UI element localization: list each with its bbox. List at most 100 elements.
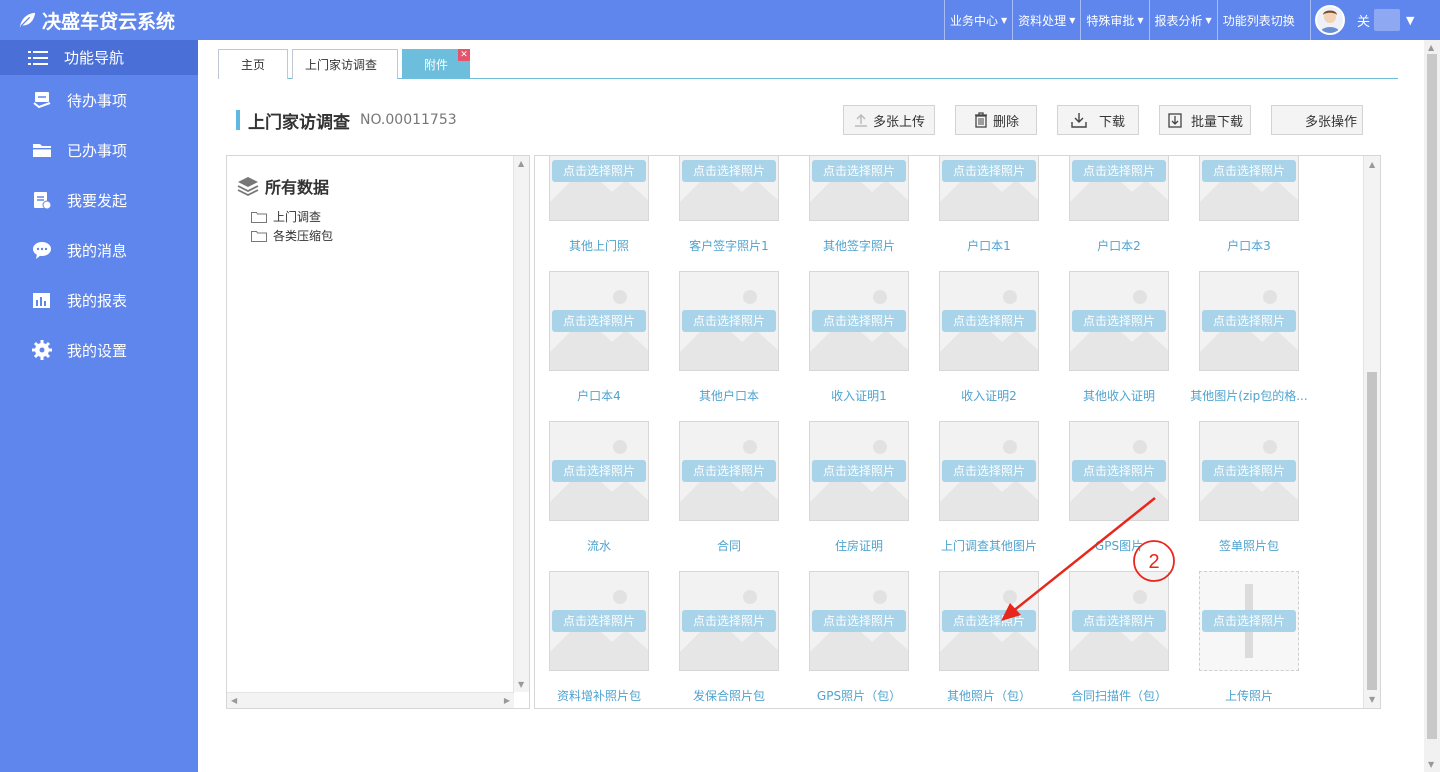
photo-caption[interactable]: 合同扫描件（包） bbox=[1054, 687, 1184, 704]
multi-operation-button[interactable]: 多张操作 bbox=[1271, 105, 1363, 135]
caret-down-icon[interactable]: ▼ bbox=[1406, 14, 1414, 27]
scrollbar-thumb[interactable] bbox=[1427, 54, 1437, 739]
photo-card[interactable]: 点击选择照片 bbox=[939, 571, 1039, 671]
photo-caption[interactable]: 收入证明1 bbox=[794, 387, 924, 404]
sidebar-item-messages[interactable]: 我的消息 bbox=[0, 225, 198, 275]
upload-multiple-button[interactable]: 多张上传 bbox=[843, 105, 935, 135]
photo-caption[interactable]: 发保合照片包 bbox=[664, 687, 794, 704]
sidebar-item-done[interactable]: 已办事项 bbox=[0, 125, 198, 175]
tree-node-archives[interactable]: 各类压缩包 bbox=[251, 227, 333, 244]
scroll-up-icon[interactable]: ▲ bbox=[518, 159, 524, 168]
tab-home-visit-survey[interactable]: 上门家访调查 bbox=[292, 49, 398, 79]
photo-caption[interactable]: 其他照片（包） bbox=[924, 687, 1054, 704]
photo-caption[interactable]: 其他户口本 bbox=[664, 387, 794, 404]
sidebar-item-launch[interactable]: 我要发起 bbox=[0, 175, 198, 225]
sidebar-item-reports[interactable]: 我的报表 bbox=[0, 275, 198, 325]
tree-horizontal-scrollbar[interactable]: ◀ ▶ bbox=[227, 692, 514, 708]
select-photo-label: 点击选择照片 bbox=[812, 310, 906, 332]
photo-caption[interactable]: 住房证明 bbox=[794, 537, 924, 554]
photo-card[interactable]: 点击选择照片 bbox=[809, 271, 909, 371]
photo-card[interactable]: 点击选择照片 bbox=[1199, 271, 1299, 371]
photo-caption[interactable]: 收入证明2 bbox=[924, 387, 1054, 404]
photo-card[interactable]: 点击选择照片 bbox=[679, 421, 779, 521]
menu-list-icon bbox=[28, 50, 48, 65]
photo-caption[interactable]: 户口本4 bbox=[535, 387, 664, 404]
scroll-up-icon[interactable]: ▲ bbox=[1428, 43, 1434, 52]
photo-card[interactable]: 点击选择照片 bbox=[549, 271, 649, 371]
photo-caption[interactable]: 上传照片 bbox=[1184, 687, 1314, 704]
sidebar-header[interactable]: 功能导航 bbox=[0, 40, 198, 75]
tab-attachments[interactable]: 附件 ✕ bbox=[402, 49, 470, 79]
photo-caption[interactable]: 其他图片(zip包的格... bbox=[1184, 387, 1314, 404]
photo-caption[interactable]: 其他签字照片 bbox=[794, 237, 924, 254]
select-photo-label: 点击选择照片 bbox=[1072, 460, 1166, 482]
photo-card[interactable]: 点击选择照片 bbox=[1199, 156, 1299, 221]
tree-node-label: 上门调查 bbox=[273, 210, 322, 224]
photo-card[interactable]: 点击选择照片 bbox=[679, 271, 779, 371]
tree-root[interactable]: 所有数据 bbox=[237, 174, 329, 198]
photo-caption[interactable]: 其他收入证明 bbox=[1054, 387, 1184, 404]
page-scrollbar[interactable]: ▲ ▼ bbox=[1424, 40, 1440, 772]
scroll-down-icon[interactable]: ▼ bbox=[1428, 760, 1434, 769]
tree-vertical-scrollbar[interactable]: ▲ ▼ bbox=[513, 156, 529, 692]
photo-card[interactable]: 点击选择照片 bbox=[939, 271, 1039, 371]
photo-card[interactable]: 点击选择照片 bbox=[1069, 156, 1169, 221]
topnav-data-processing[interactable]: 资料处理 ▼ bbox=[1012, 0, 1080, 40]
select-photo-label: 点击选择照片 bbox=[812, 610, 906, 632]
scroll-right-icon[interactable]: ▶ bbox=[504, 696, 510, 705]
scroll-down-icon[interactable]: ▼ bbox=[1369, 695, 1375, 704]
tab-label: 附件 bbox=[423, 58, 448, 72]
photo-card[interactable]: 点击选择照片 bbox=[549, 156, 649, 221]
photo-card[interactable]: 点击选择照片 bbox=[549, 571, 649, 671]
scroll-up-icon[interactable]: ▲ bbox=[1369, 160, 1375, 169]
close-icon[interactable]: ✕ bbox=[458, 49, 470, 61]
photo-caption[interactable]: 资料增补照片包 bbox=[535, 687, 664, 704]
photo-card[interactable]: 点击选择照片 bbox=[1199, 421, 1299, 521]
user-menu[interactable]: 关 ▼ bbox=[1310, 0, 1414, 40]
tree-node-home-survey[interactable]: 上门调查 bbox=[251, 208, 321, 225]
photo-caption[interactable]: 合同 bbox=[664, 537, 794, 554]
topnav-business-center[interactable]: 业务中心 ▼ bbox=[944, 0, 1012, 40]
photo-caption[interactable]: 户口本1 bbox=[924, 237, 1054, 254]
photo-caption[interactable]: 签单照片包 bbox=[1184, 537, 1314, 554]
photo-card[interactable]: 点击选择照片 bbox=[809, 421, 909, 521]
scroll-left-icon[interactable]: ◀ bbox=[231, 696, 237, 705]
photo-caption[interactable]: 户口本2 bbox=[1054, 237, 1184, 254]
sidebar-item-settings[interactable]: 我的设置 bbox=[0, 325, 198, 375]
photo-caption[interactable]: 上门调查其他图片 bbox=[924, 537, 1054, 554]
photo-card[interactable]: 点击选择照片 bbox=[939, 421, 1039, 521]
caret-down-icon: ▼ bbox=[1001, 15, 1008, 25]
todo-icon bbox=[33, 92, 51, 109]
photo-card[interactable]: 点击选择照片 bbox=[549, 421, 649, 521]
avatar bbox=[1315, 5, 1345, 35]
photo-card[interactable]: 点击选择照片 bbox=[809, 571, 909, 671]
scrollbar-thumb[interactable] bbox=[1367, 372, 1377, 690]
photo-caption[interactable]: GPS照片（包） bbox=[794, 687, 924, 704]
topnav-report-analysis[interactable]: 报表分析 ▼ bbox=[1148, 0, 1217, 40]
photo-card[interactable]: 点击选择照片 bbox=[1069, 271, 1169, 371]
launch-icon bbox=[34, 192, 52, 210]
topnav-special-approval[interactable]: 特殊审批 ▼ bbox=[1080, 0, 1148, 40]
photo-card[interactable]: 点击选择照片 bbox=[679, 571, 779, 671]
gallery-scrollbar[interactable]: ▲ ▼ bbox=[1363, 156, 1380, 708]
photo-caption[interactable]: 户口本3 bbox=[1184, 237, 1314, 254]
tab-home[interactable]: 主页 bbox=[218, 49, 288, 79]
batch-download-button[interactable]: 批量下载 bbox=[1159, 105, 1251, 135]
tree-node-label: 各类压缩包 bbox=[273, 229, 334, 243]
sidebar-item-todo[interactable]: 待办事项 bbox=[0, 75, 198, 125]
photo-card[interactable]: 点击选择照片 bbox=[679, 156, 779, 221]
photo-card[interactable]: 点击选择照片 bbox=[1069, 571, 1169, 671]
photo-caption[interactable]: GPS图片 bbox=[1054, 537, 1184, 554]
photo-card[interactable]: 点击选择照片 bbox=[1069, 421, 1169, 521]
photo-caption[interactable]: 其他上门照 bbox=[535, 237, 664, 254]
download-button[interactable]: 下载 bbox=[1057, 105, 1139, 135]
photo-card[interactable]: 点击选择照片 bbox=[809, 156, 909, 221]
photo-card[interactable]: 点击选择照片 bbox=[939, 156, 1039, 221]
delete-button[interactable]: 删除 bbox=[955, 105, 1037, 135]
photo-caption[interactable]: 流水 bbox=[535, 537, 664, 554]
app-logo[interactable]: 决盛车贷云系统 bbox=[18, 8, 175, 33]
upload-photo-card[interactable]: 点击选择照片 bbox=[1199, 571, 1299, 671]
photo-caption[interactable]: 客户签字照片1 bbox=[664, 237, 794, 254]
scroll-down-icon[interactable]: ▼ bbox=[518, 680, 524, 689]
topnav-function-switch[interactable]: 功能列表切换 bbox=[1216, 0, 1300, 40]
